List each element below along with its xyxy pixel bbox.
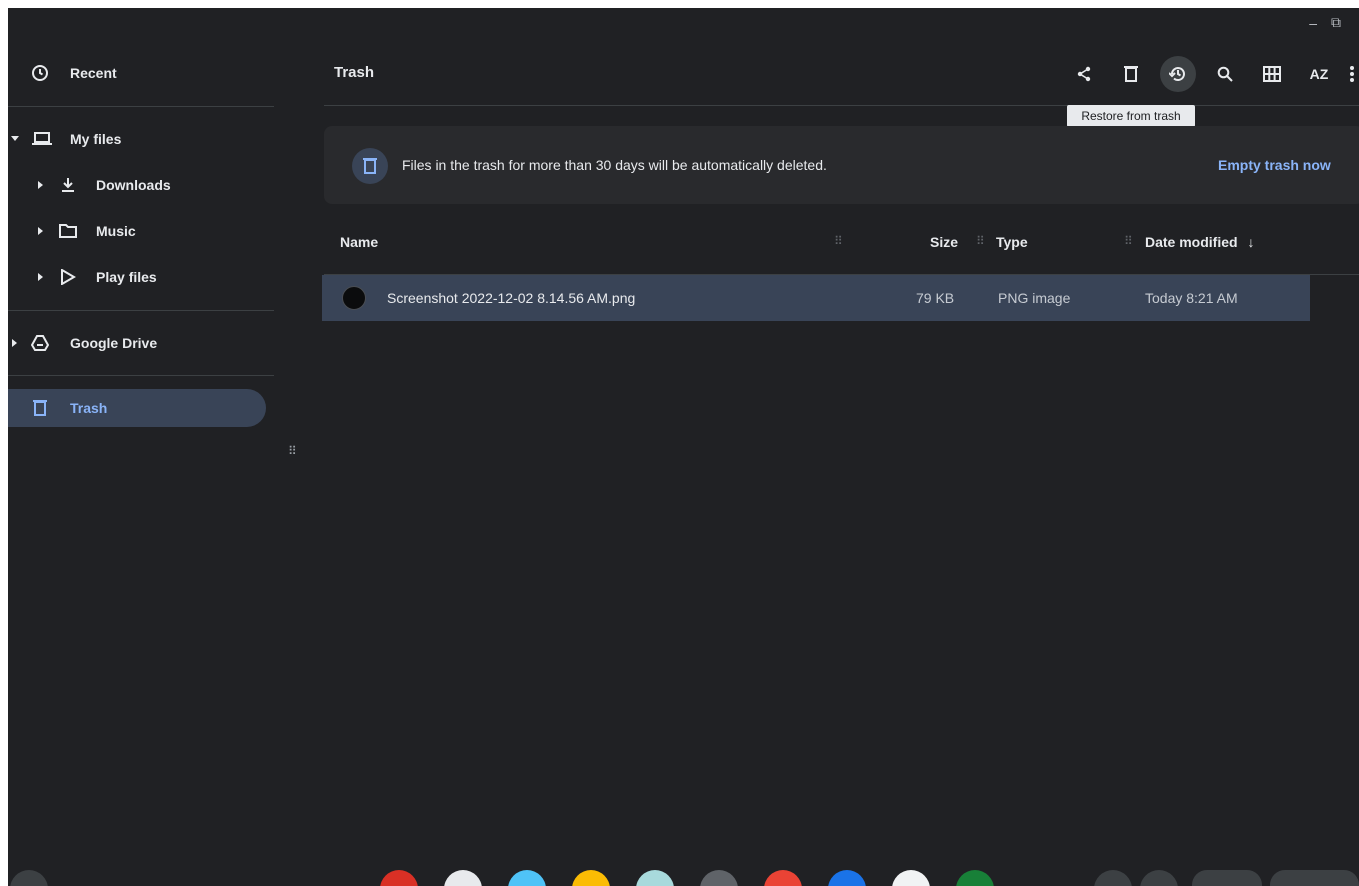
tray-pill[interactable] (1192, 870, 1262, 886)
app-icon[interactable] (636, 870, 674, 886)
expand-right-icon[interactable] (36, 226, 46, 236)
window-controls: – ⧉ (1309, 14, 1341, 31)
shelf (8, 870, 1359, 886)
sidebar-item-label: Recent (70, 65, 117, 81)
table-row[interactable]: Screenshot 2022-12-02 8.14.56 AM.png 79 … (322, 275, 1310, 321)
app-icon[interactable] (828, 870, 866, 886)
laptop-icon (32, 129, 52, 149)
column-header-label: Date modified (1145, 234, 1238, 250)
file-name: Screenshot 2022-12-02 8.14.56 AM.png (387, 290, 636, 306)
expand-right-icon[interactable] (36, 180, 46, 190)
sidebar-item-google-drive[interactable]: Google Drive (8, 324, 266, 362)
sidebar-divider (8, 375, 274, 376)
sidebar-item-trash[interactable]: Trash (8, 389, 266, 427)
expand-right-icon[interactable] (10, 338, 20, 348)
empty-trash-button[interactable]: Empty trash now (1218, 157, 1331, 173)
sidebar-item-label: My files (70, 131, 122, 147)
column-resize-handle[interactable]: ⠿ (1124, 234, 1134, 248)
share-icon (1077, 66, 1091, 82)
app-icon[interactable] (572, 870, 610, 886)
sidebar: Recent My files Downloads Music Play fil… (8, 8, 283, 868)
column-header-size[interactable]: Size (930, 234, 958, 250)
column-header-type[interactable]: Type (996, 234, 1028, 250)
sidebar-item-label: Play files (96, 269, 157, 285)
banner-message: Files in the trash for more than 30 days… (402, 157, 827, 173)
expand-right-icon[interactable] (36, 272, 46, 282)
trash-info-banner: Files in the trash for more than 30 days… (324, 126, 1359, 204)
trash-icon (352, 148, 388, 184)
search-button[interactable] (1207, 56, 1243, 92)
restore-window-icon[interactable]: ⧉ (1331, 14, 1341, 31)
delete-button[interactable] (1113, 56, 1149, 92)
trash-icon (1124, 66, 1138, 82)
app-icon[interactable] (956, 870, 994, 886)
app-icon[interactable] (892, 870, 930, 886)
tray-icon[interactable] (1140, 870, 1178, 886)
search-icon (1217, 66, 1233, 82)
sort-arrow-icon: ↓ (1247, 234, 1255, 250)
sidebar-item-my-files[interactable]: My files (8, 120, 266, 158)
sidebar-resize-handle[interactable]: ⠿ (288, 445, 298, 457)
app-icon[interactable] (700, 870, 738, 886)
tooltip: Restore from trash (1067, 105, 1195, 127)
app-icon[interactable] (508, 870, 546, 886)
column-resize-handle[interactable]: ⠿ (834, 234, 844, 248)
play-store-icon (58, 267, 78, 287)
sidebar-item-label: Music (96, 223, 136, 239)
image-thumbnail-icon (342, 286, 366, 310)
sidebar-divider (8, 310, 274, 311)
folder-icon (58, 221, 78, 241)
tray-icon[interactable] (1094, 870, 1132, 886)
app-icon[interactable] (444, 870, 482, 886)
column-resize-handle[interactable]: ⠿ (976, 234, 986, 248)
file-type: PNG image (998, 290, 1071, 306)
grid-icon (1263, 66, 1281, 82)
sidebar-item-label: Google Drive (70, 335, 158, 351)
drive-icon (30, 333, 50, 353)
clock-icon (30, 63, 50, 83)
sidebar-item-play-files[interactable]: Play files (8, 258, 266, 296)
app-icon[interactable] (764, 870, 802, 886)
download-icon (58, 175, 78, 195)
more-options-button[interactable] (1345, 56, 1359, 92)
restore-icon (1169, 67, 1185, 82)
sidebar-item-label: Trash (70, 400, 108, 416)
page-title: Trash (334, 64, 375, 81)
minimize-icon[interactable]: – (1309, 15, 1317, 31)
expand-down-icon[interactable] (10, 134, 20, 144)
sidebar-divider (8, 106, 274, 107)
files-app-window: – ⧉ Recent My files Downloads Music Play… (8, 8, 1359, 886)
sidebar-item-label: Downloads (96, 177, 171, 193)
grid-view-button[interactable] (1254, 56, 1290, 92)
sort-button[interactable]: AZ (1301, 56, 1337, 92)
launcher-icon[interactable] (10, 870, 48, 886)
restore-button[interactable] (1160, 56, 1196, 92)
file-date-modified: Today 8:21 AM (1145, 290, 1238, 306)
sort-az-icon: AZ (1309, 66, 1329, 82)
sidebar-item-downloads[interactable]: Downloads (8, 166, 266, 204)
column-header-name[interactable]: Name (340, 234, 378, 250)
file-size: 79 KB (916, 290, 955, 306)
share-button[interactable] (1066, 56, 1102, 92)
app-icon[interactable] (380, 870, 418, 886)
more-vert-icon (1350, 66, 1354, 82)
trash-icon (30, 398, 50, 418)
toolbar-divider (324, 105, 1359, 106)
sidebar-item-music[interactable]: Music (8, 212, 266, 250)
status-tray[interactable] (1270, 870, 1359, 886)
sidebar-item-recent[interactable]: Recent (8, 54, 266, 92)
column-header-date-modified[interactable]: Date modified ↓ (1145, 234, 1254, 250)
toolbar: AZ (1055, 56, 1359, 92)
